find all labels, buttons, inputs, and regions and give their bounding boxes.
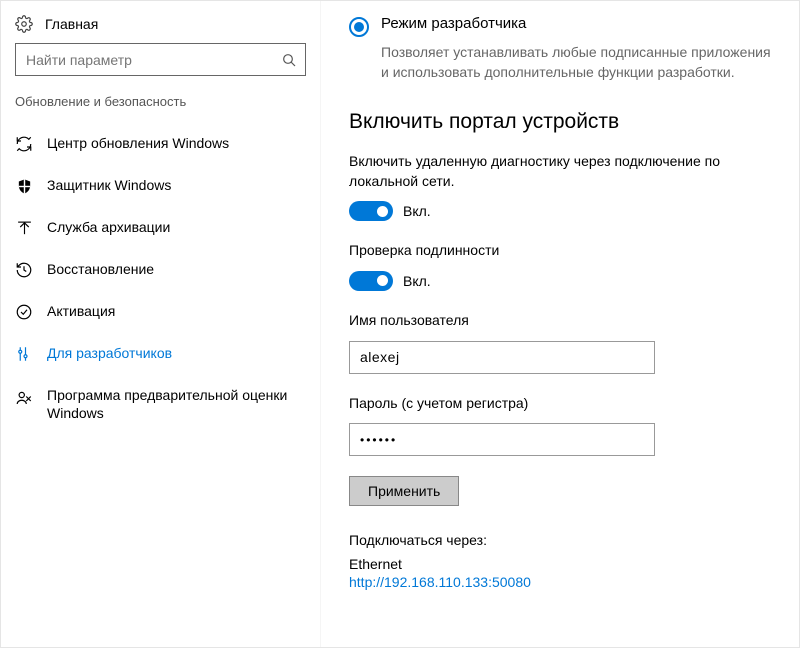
toggle-state: Вкл. [403,203,431,219]
remote-diag-label: Включить удаленную диагностику через под… [349,152,771,191]
radio-label: Режим разработчика [381,15,526,32]
sync-icon [15,135,33,153]
sidebar-item-label: Активация [47,303,115,321]
search-icon [281,52,297,68]
sidebar-item-recovery[interactable]: Восстановление [1,249,320,291]
shield-icon [15,177,33,195]
gear-icon [15,15,33,33]
sidebar-item-insider[interactable]: Программа предварительной оценки Windows [1,375,320,434]
radio-icon [349,17,369,37]
sidebar-item-label: Служба архивации [47,219,170,237]
sidebar-item-activation[interactable]: Активация [1,291,320,333]
insider-icon [15,389,33,407]
apply-button[interactable]: Применить [349,476,459,506]
developer-mode-radio[interactable]: Режим разработчика [349,15,771,37]
home-link[interactable]: Главная [1,11,320,43]
main-content: Режим разработчика Позволяет устанавлива… [321,1,799,647]
password-field[interactable]: •••••• [349,423,655,456]
developer-mode-desc: Позволяет устанавливать любые подписанны… [381,43,771,82]
password-value: •••••• [360,433,397,447]
username-field[interactable]: alexej [349,341,655,374]
sidebar-item-label: Восстановление [47,261,154,279]
sidebar: Главная Обновление и безопасность Цен [1,1,321,647]
username-label: Имя пользователя [349,311,771,331]
connect-url-link[interactable]: http://192.168.110.133:50080 [349,574,771,590]
connect-type: Ethernet [349,556,771,572]
username-value: alexej [360,349,400,365]
tools-icon [15,345,33,363]
auth-toggle[interactable] [349,271,393,291]
home-label: Главная [45,16,98,32]
sidebar-item-defender[interactable]: Защитник Windows [1,165,320,207]
sidebar-item-windows-update[interactable]: Центр обновления Windows [1,123,320,165]
sidebar-item-label: Центр обновления Windows [47,135,229,153]
history-icon [15,261,33,279]
password-label: Пароль (с учетом регистра) [349,394,771,414]
search-field[interactable] [26,52,273,68]
section-title: Обновление и безопасность [1,94,320,123]
auth-label: Проверка подлинности [349,241,771,261]
sidebar-item-label: Защитник Windows [47,177,171,195]
check-circle-icon [15,303,33,321]
toggle-state: Вкл. [403,273,431,289]
sidebar-item-label: Программа предварительной оценки Windows [47,387,306,422]
remote-diag-toggle[interactable] [349,201,393,221]
search-input[interactable] [15,43,306,76]
sidebar-item-label: Для разработчиков [47,345,172,363]
device-portal-heading: Включить портал устройств [349,110,771,134]
upload-icon [15,219,33,237]
sidebar-item-developers[interactable]: Для разработчиков [1,333,320,375]
sidebar-item-backup[interactable]: Служба архивации [1,207,320,249]
connect-via-label: Подключаться через: [349,532,771,548]
